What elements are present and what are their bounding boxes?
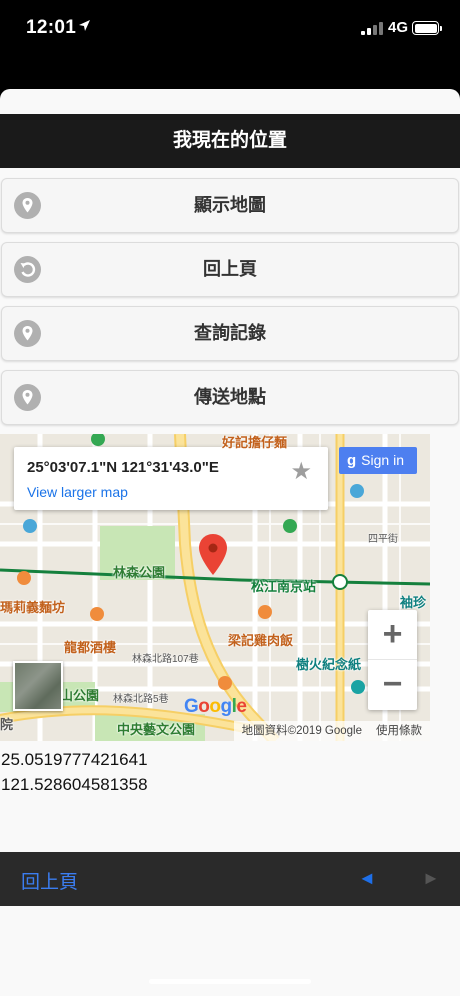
map-label-xiuzhen: 袖珍 xyxy=(400,595,427,610)
query-records-button[interactable]: 查詢記錄 xyxy=(1,306,459,361)
info-coordinates: 25°03'07.1"N 121°31'43.0"E xyxy=(27,459,219,476)
view-larger-map-link[interactable]: View larger map xyxy=(27,484,128,500)
network-type: 4G xyxy=(388,19,409,36)
map-label-senlin-road: 林森北路5巷 xyxy=(113,694,169,705)
terms-link[interactable]: 使用條款 xyxy=(376,725,422,737)
zoom-control: + − xyxy=(368,610,417,710)
map-label-yuan: 院 xyxy=(0,717,14,732)
map-label-siping: 四平街 xyxy=(368,534,398,545)
phone-screen: 12:01 4G 我現在的位置 顯示地圖 回上頁 查詢記錄 傳送地點 25°03… xyxy=(0,0,460,996)
longitude-text: 121.528604581358 xyxy=(1,775,148,794)
send-location-button[interactable]: 傳送地點 xyxy=(1,370,459,425)
query-records-label: 查詢記錄 xyxy=(194,323,266,343)
undo-icon xyxy=(14,256,41,283)
send-location-label: 傳送地點 xyxy=(194,387,266,407)
next-arrow-icon[interactable]: ► xyxy=(422,868,440,889)
map-label-restaurant: 龍都酒樓 xyxy=(64,640,117,655)
page-title: 我現在的位置 xyxy=(0,114,460,168)
star-icon[interactable]: ★ xyxy=(290,457,312,486)
app-sheet: 我現在的位置 顯示地圖 回上頁 查詢記錄 傳送地點 25°03'07.1"N 1… xyxy=(0,89,460,996)
sign-in-label: Sign in xyxy=(361,452,404,468)
map-label-memorial: 樹火紀念紙 xyxy=(296,657,362,672)
battery-icon xyxy=(412,21,442,35)
home-indicator[interactable] xyxy=(149,979,311,984)
map-label-station: 松江南京站 xyxy=(251,579,317,594)
map-label-park: 林森公園 xyxy=(113,565,166,580)
satellite-toggle-thumbnail[interactable] xyxy=(13,661,63,711)
latitude-text: 25.0519777421641 xyxy=(1,750,148,769)
map-label-chicken-rice: 梁記雞肉飯 xyxy=(228,633,294,648)
zoom-in-button[interactable]: + xyxy=(368,610,417,660)
status-time: 12:01 xyxy=(26,17,77,38)
google-logo: Google xyxy=(184,696,247,717)
info-window: 25°03'07.1"N 121°31'43.0"E View larger m… xyxy=(14,447,328,510)
location-arrow-icon xyxy=(78,19,91,37)
signal-icon xyxy=(361,22,383,35)
map-pin-icon xyxy=(14,192,41,219)
zoom-out-button[interactable]: − xyxy=(368,660,417,710)
google-g-icon: g xyxy=(347,452,357,469)
map-label-top-shop: 好記擔仔麵 xyxy=(222,435,288,450)
map-view[interactable]: 25°03'07.1"N 121°31'43.0"E View larger m… xyxy=(0,434,430,741)
map-label-noodle: 瑪莉義麵坊 xyxy=(0,600,66,615)
previous-arrow-icon[interactable]: ◄ xyxy=(358,868,376,889)
map-label-shan-park: 山公園 xyxy=(60,688,100,703)
attribution-text: 地圖資料©2019 Google xyxy=(241,725,362,737)
show-map-label: 顯示地圖 xyxy=(194,195,266,215)
map-attribution: 地圖資料©2019 Google 使用條款 xyxy=(233,721,430,741)
status-bar: 12:01 4G xyxy=(0,0,460,56)
bottom-toolbar: 回上頁 ◄ ► xyxy=(0,852,460,906)
map-pin-icon xyxy=(14,384,41,411)
map-label-zhongyang-park: 中央藝文公園 xyxy=(117,722,196,737)
map-pin-icon xyxy=(14,320,41,347)
map-label-street: 林森北路107巷 xyxy=(132,654,199,665)
sign-in-button[interactable]: g Sign in xyxy=(339,447,417,474)
show-map-button[interactable]: 顯示地圖 xyxy=(1,178,459,233)
go-back-label: 回上頁 xyxy=(203,259,257,279)
go-back-button[interactable]: 回上頁 xyxy=(1,242,459,297)
back-link[interactable]: 回上頁 xyxy=(21,867,78,894)
